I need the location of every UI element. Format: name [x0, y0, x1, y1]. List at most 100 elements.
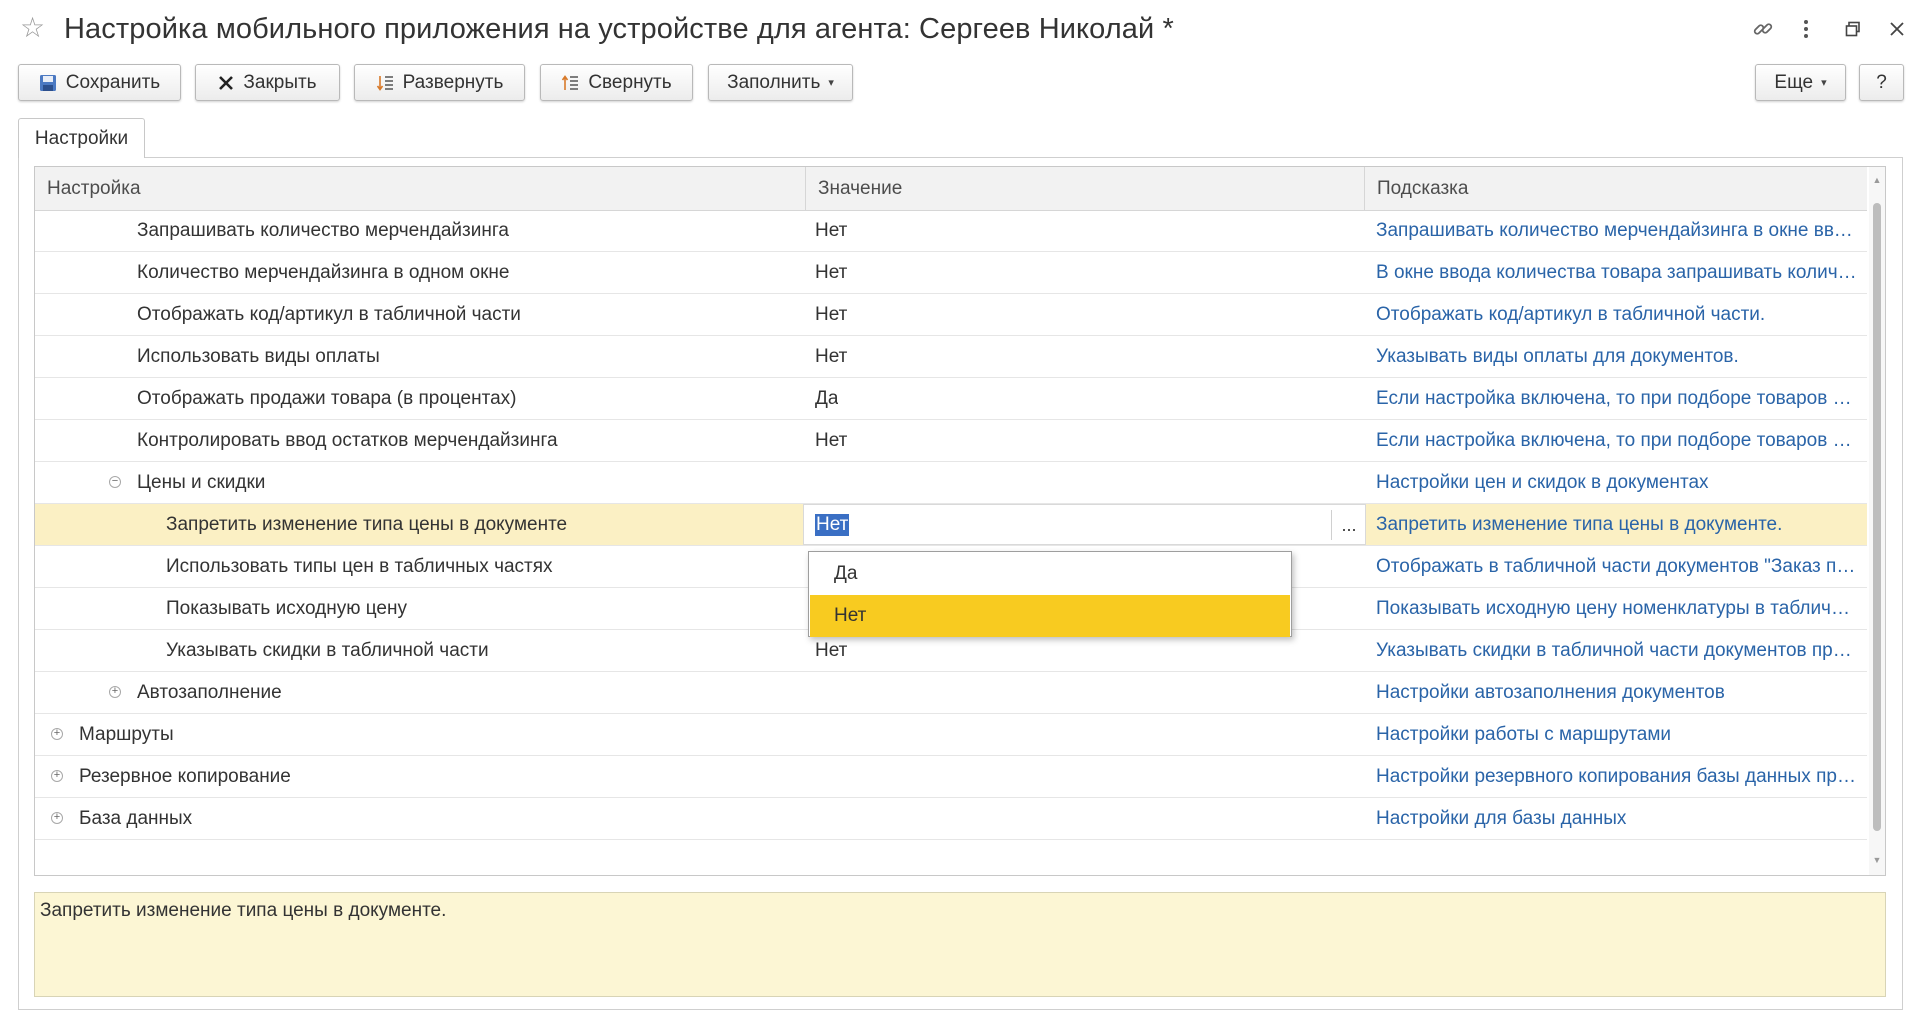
setting-hint: Показывать исходную цену номенклатуры в … — [1376, 598, 1860, 619]
expand-button-label: Развернуть — [402, 71, 504, 93]
expand-toggle-icon[interactable]: + — [51, 728, 63, 740]
value-edit-field[interactable]: Нет ... — [803, 504, 1366, 545]
more-vertical-icon[interactable] — [1793, 16, 1819, 42]
table-row-group[interactable]: + Маршруты Настройки работы с маршрутами — [35, 714, 1867, 756]
setting-name: Запрашивать количество мерчендайзинга — [137, 220, 509, 241]
close-x-icon — [218, 75, 234, 91]
group-name: Маршруты — [79, 724, 174, 745]
table-row[interactable]: Контролировать ввод остатков мерчендайзи… — [35, 420, 1867, 462]
scroll-up-icon[interactable]: ▲ — [1872, 175, 1882, 185]
command-bar: Сохранить Закрыть Развернуть Свернуть За… — [0, 64, 1920, 104]
choice-button[interactable]: ... — [1333, 505, 1365, 545]
setting-hint: Отображать код/артикул в табличной части… — [1376, 304, 1766, 325]
value-edit-text[interactable]: Нет — [815, 514, 850, 536]
tab-divider — [19, 156, 144, 159]
setting-name: Показывать исходную цену — [166, 598, 407, 619]
expand-tree-icon — [376, 74, 394, 92]
help-button-label: ? — [1876, 71, 1887, 93]
setting-value[interactable]: Нет — [815, 210, 847, 252]
grid-header: Настройка Значение Подсказка — [35, 167, 1867, 211]
close-window-icon[interactable] — [1884, 16, 1910, 42]
table-row[interactable]: Использовать виды оплаты Нет Указывать в… — [35, 336, 1867, 378]
table-row-group[interactable]: + Резервное копирование Настройки резерв… — [35, 756, 1867, 798]
expand-button[interactable]: Развернуть — [354, 64, 525, 101]
setting-name: Указывать скидки в табличной части — [166, 640, 489, 661]
setting-value[interactable]: Нет — [815, 420, 847, 462]
settings-grid: Настройка Значение Подсказка Запрашивать… — [34, 166, 1886, 876]
group-name: Цены и скидки — [137, 472, 266, 493]
setting-name: Использовать типы цен в табличных частях — [166, 556, 553, 577]
table-row-group[interactable]: + Автозаполнение Настройки автозаполнени… — [35, 672, 1867, 714]
scroll-down-icon[interactable]: ▼ — [1872, 855, 1882, 865]
choice-option-yes[interactable]: Да — [810, 553, 1290, 595]
setting-hint: Отображать в табличной части документов … — [1376, 556, 1860, 577]
setting-name: Запретить изменение типа цены в документ… — [166, 514, 568, 535]
group-name: Резервное копирование — [79, 766, 291, 787]
favorite-star-icon[interactable]: ☆ — [20, 14, 45, 42]
expand-toggle-icon[interactable]: + — [51, 770, 63, 782]
edit-divider — [1331, 510, 1332, 540]
setting-name: Количество мерчендайзинга в одном окне — [137, 262, 510, 283]
setting-hint: Запрашивать количество мерчендайзинга в … — [1376, 220, 1860, 241]
more-button[interactable]: Еще ▾ — [1755, 64, 1846, 101]
table-row[interactable]: Запрашивать количество мерчендайзинга Не… — [35, 210, 1867, 252]
more-button-label: Еще — [1774, 71, 1814, 93]
window-title: Настройка мобильного приложения на устро… — [64, 13, 1174, 45]
fill-button-label: Заполнить — [727, 71, 821, 93]
hint-panel: Запретить изменение типа цены в документ… — [34, 892, 1886, 997]
collapse-button[interactable]: Свернуть — [540, 64, 693, 101]
close-button-label: Закрыть — [243, 71, 317, 93]
setting-hint: Запретить изменение типа цены в документ… — [1376, 514, 1783, 535]
setting-name: Отображать код/артикул в табличной части — [137, 304, 521, 325]
setting-hint: В окне ввода количества товара запрашива… — [1376, 262, 1860, 283]
setting-hint: Настройки работы с маршрутами — [1376, 724, 1672, 745]
link-icon[interactable] — [1750, 16, 1776, 42]
group-name: База данных — [79, 808, 193, 829]
table-row[interactable]: Отображать продажи товара (в процентах) … — [35, 378, 1867, 420]
fill-button[interactable]: Заполнить ▾ — [708, 64, 853, 101]
collapse-button-label: Свернуть — [588, 71, 672, 93]
help-button[interactable]: ? — [1859, 64, 1904, 101]
floppy-disk-icon — [39, 74, 57, 92]
expand-toggle-icon[interactable]: + — [51, 812, 63, 824]
setting-name: Отображать продажи товара (в процентах) — [137, 388, 517, 409]
setting-name: Использовать виды оплаты — [137, 346, 380, 367]
setting-value[interactable]: Нет — [815, 252, 847, 294]
column-header-value[interactable]: Значение — [806, 167, 1364, 210]
setting-hint: Если настройка включена, то при подборе … — [1376, 430, 1860, 451]
setting-hint: Настройки для базы данных — [1376, 808, 1627, 829]
setting-value[interactable]: Да — [815, 378, 838, 420]
table-row[interactable]: Отображать код/артикул в табличной части… — [35, 294, 1867, 336]
scrollbar-thumb[interactable] — [1873, 203, 1881, 831]
collapse-tree-icon — [561, 74, 579, 92]
choice-option-no[interactable]: Нет — [810, 595, 1290, 637]
tab-settings[interactable]: Настройки — [18, 118, 145, 158]
collapse-toggle-icon[interactable]: − — [109, 476, 121, 488]
setting-value[interactable]: Нет — [815, 294, 847, 336]
setting-value[interactable]: Нет — [815, 336, 847, 378]
title-bar: ☆ Настройка мобильного приложения на уст… — [0, 0, 1920, 58]
setting-hint: Если настройка включена, то при подборе … — [1376, 388, 1860, 409]
save-button-label: Сохранить — [65, 71, 161, 93]
setting-hint: Указывать скидки в табличной части докум… — [1376, 640, 1860, 661]
column-header-hint[interactable]: Подсказка — [1365, 167, 1865, 210]
setting-hint: Указывать виды оплаты для документов. — [1376, 346, 1739, 367]
save-button[interactable]: Сохранить — [18, 64, 181, 101]
table-row-group[interactable]: + База данных Настройки для базы данных — [35, 798, 1867, 840]
chevron-down-icon: ▾ — [828, 77, 834, 89]
setting-name: Контролировать ввод остатков мерчендайзи… — [137, 430, 558, 451]
vertical-scrollbar[interactable]: ▲ ▼ — [1869, 167, 1885, 875]
group-name: Автозаполнение — [137, 682, 282, 703]
setting-hint: Настройки цен и скидок в документах — [1376, 472, 1709, 493]
restore-window-icon[interactable] — [1840, 16, 1866, 42]
close-button[interactable]: Закрыть — [195, 64, 340, 101]
setting-hint: Настройки автозаполнения документов — [1376, 682, 1725, 703]
column-header-setting[interactable]: Настройка — [35, 167, 805, 210]
table-row[interactable]: Количество мерчендайзинга в одном окне Н… — [35, 252, 1867, 294]
chevron-down-icon: ▾ — [1821, 77, 1827, 89]
table-row-group[interactable]: − Цены и скидки Настройки цен и скидок в… — [35, 462, 1867, 504]
setting-hint: Настройки резервного копирования базы да… — [1376, 766, 1860, 787]
expand-toggle-icon[interactable]: + — [109, 686, 121, 698]
value-choice-list: Да Нет — [808, 551, 1292, 637]
table-row-selected[interactable]: Запретить изменение типа цены в документ… — [35, 504, 1867, 546]
